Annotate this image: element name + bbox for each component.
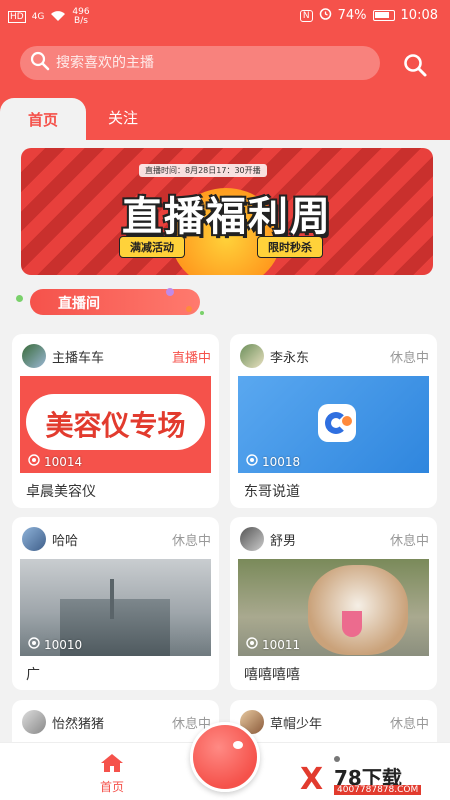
viewer-icon [28, 454, 40, 469]
avatar [22, 344, 46, 368]
room-id: 10018 [246, 454, 300, 469]
avatar [22, 527, 46, 551]
nav-home[interactable]: 首页 [92, 753, 132, 795]
search-icon [404, 54, 427, 77]
decor-dot [16, 295, 23, 302]
decor-dot [186, 306, 192, 312]
nav-home-label: 首页 [99, 780, 124, 794]
search-button[interactable] [402, 52, 428, 78]
header: HD 4G 496 B/s N 74% 10:08 首 [0, 0, 450, 140]
room-title: 卓晨美容仪 [26, 484, 96, 500]
streamer-name: 舒男 [270, 534, 297, 549]
room-cover: 10018 [238, 376, 429, 473]
battery-icon [372, 10, 395, 21]
go-live-button[interactable] [190, 722, 260, 792]
live-status: 直播中 [171, 351, 211, 366]
battery-percent: 74% [337, 8, 367, 23]
rest-status: 休息中 [389, 534, 429, 549]
viewer-icon [28, 637, 40, 652]
room-id-value: 10010 [44, 637, 83, 652]
watermark-logo: X 78下载 4007787878.COM [300, 762, 450, 800]
room-card[interactable]: 哈哈 休息中 10010 广 [12, 517, 219, 690]
tab-follow[interactable]: 关注 [108, 98, 148, 136]
dog-photo [308, 565, 408, 655]
tab-bar: 首页 关注 [0, 98, 450, 140]
dog-tongue [342, 611, 362, 637]
net-speed-unit: B/s [74, 16, 88, 26]
search-input[interactable] [56, 55, 356, 71]
tower [110, 579, 114, 619]
viewer-icon [246, 637, 258, 652]
banner-time: 直播时间：8月28日17：30开播 [139, 164, 267, 177]
room-cover: 美容仪专场 10014 [20, 376, 211, 473]
banner-title: 直播福利周 [122, 194, 332, 240]
search-icon [30, 51, 50, 75]
streamer-name: 主播车车 [52, 351, 105, 366]
streamer-name: 哈哈 [52, 534, 79, 549]
avatar [240, 344, 264, 368]
room-id-value: 10011 [262, 637, 301, 652]
room-id-value: 10014 [44, 454, 83, 469]
room-cover: 10010 [20, 559, 211, 656]
signal-label: 4G [31, 12, 45, 22]
section-title: 直播间 [58, 296, 100, 312]
carrier-label: HD [8, 11, 26, 23]
section-header: 直播间 [30, 289, 200, 315]
room-title: 广 [26, 667, 40, 683]
home-icon [100, 754, 124, 776]
avatar [22, 710, 46, 734]
streamer-name: 怡然猪猪 [52, 717, 105, 732]
watermark-x-icon: X [300, 762, 324, 797]
streamer-name: 草帽少年 [270, 717, 323, 732]
room-cover: 10011 [238, 559, 429, 656]
decor-dot [200, 311, 204, 315]
wifi-icon [50, 10, 66, 25]
tab-home[interactable]: 首页 [0, 98, 86, 140]
room-card[interactable]: 主播车车 直播中 美容仪专场 10014 卓晨美容仪 [12, 334, 219, 508]
nfc-icon: N [299, 9, 313, 22]
banner-pill-discount: 满减活动 [119, 236, 185, 258]
banner-pill-flash-sale: 限时秒杀 [257, 236, 323, 258]
search-bar[interactable] [20, 46, 380, 80]
room-id: 10011 [246, 637, 300, 652]
clock: 10:08 [400, 8, 438, 23]
avatar [240, 527, 264, 551]
cover-text: 美容仪专场 [45, 409, 186, 442]
watermark-url: 4007787878.COM [334, 785, 422, 795]
rest-status: 休息中 [389, 351, 429, 366]
room-title: 嘻嘻嘻嘻 [244, 667, 300, 683]
rest-status: 休息中 [389, 717, 429, 732]
room-card[interactable]: 舒男 休息中 10011 嘻嘻嘻嘻 [230, 517, 437, 690]
promo-banner[interactable]: 直播时间：8月28日17：30开播 直播福利周 满减活动 限时秒杀 [21, 148, 433, 275]
room-title: 东哥说道 [244, 484, 300, 500]
room-card[interactable]: 李永东 休息中 10018 东哥说道 [230, 334, 437, 508]
viewer-icon [246, 454, 258, 469]
alarm-icon [319, 7, 332, 24]
rest-status: 休息中 [171, 534, 211, 549]
decor-dot [166, 288, 174, 296]
status-bar: HD 4G 496 B/s N 74% 10:08 [0, 0, 450, 30]
room-id: 10014 [28, 454, 82, 469]
streamer-name: 李永东 [270, 351, 310, 366]
room-id-value: 10018 [262, 454, 301, 469]
app-logo-icon [318, 404, 356, 442]
net-speed: 496 B/s [72, 8, 89, 26]
room-id: 10010 [28, 637, 82, 652]
